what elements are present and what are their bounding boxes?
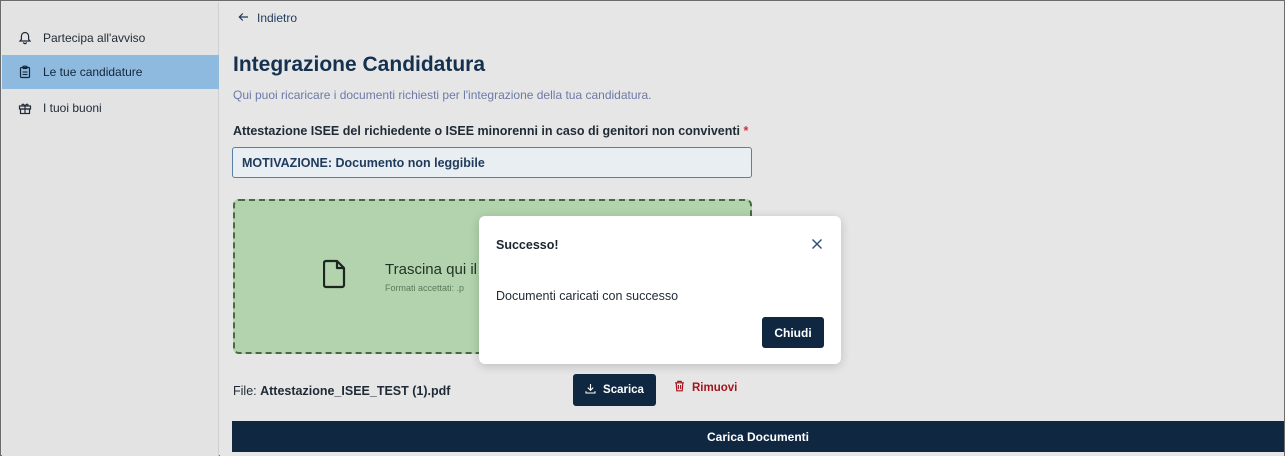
bell-icon [17, 30, 33, 46]
arrow-left-icon [238, 11, 249, 25]
sidebar-item-label: Partecipa all'avviso [43, 31, 146, 45]
sidebar-item-label: Le tue candidature [43, 65, 143, 79]
back-link[interactable]: Indietro [238, 11, 297, 25]
download-label: Scarica [603, 384, 644, 396]
close-button[interactable]: Chiudi [762, 317, 824, 348]
file-icon [322, 259, 347, 294]
dropzone-text: Trascina qui il [385, 261, 477, 278]
document-label: Attestazione ISEE del richiedente o ISEE… [233, 124, 748, 138]
file-prefix: File: [233, 384, 257, 398]
uploaded-file: File: Attestazione_ISEE_TEST (1).pdf [233, 384, 450, 398]
file-name: Attestazione_ISEE_TEST (1).pdf [260, 384, 451, 398]
remove-button[interactable]: Rimuovi [674, 380, 737, 395]
sidebar-item-candidature[interactable]: Le tue candidature [2, 55, 219, 89]
success-modal: Successo! Documenti caricati con success… [479, 216, 841, 364]
page-subtitle: Qui puoi ricaricare i documenti richiest… [233, 88, 652, 102]
document-label-text: Attestazione ISEE del richiedente o ISEE… [233, 124, 741, 138]
app-frame: Partecipa all'avviso Le tue candidature … [0, 0, 1285, 456]
sidebar-item-buoni[interactable]: I tuoi buoni [2, 91, 219, 125]
sidebar-item-partecipa[interactable]: Partecipa all'avviso [2, 21, 219, 55]
modal-message: Documenti caricati con successo [496, 289, 679, 303]
back-label: Indietro [257, 11, 298, 25]
trash-icon [674, 380, 685, 395]
required-marker: * [743, 124, 749, 138]
dropzone-formats: Formati accettati: .p [385, 283, 465, 293]
download-icon [585, 383, 596, 397]
motivation-box: MOTIVAZIONE: Documento non leggibile [232, 147, 752, 178]
gift-icon [17, 100, 33, 116]
clipboard-icon [17, 64, 33, 80]
remove-label: Rimuovi [692, 381, 738, 394]
page-title: Integrazione Candidatura [233, 53, 486, 76]
close-icon[interactable] [810, 237, 824, 251]
sidebar-item-label: I tuoi buoni [43, 101, 102, 115]
sidebar: Partecipa all'avviso Le tue candidature … [2, 2, 219, 456]
upload-documents-button[interactable]: Carica Documenti [232, 421, 1284, 452]
download-button[interactable]: Scarica [573, 374, 656, 406]
modal-title: Successo! [496, 238, 559, 252]
